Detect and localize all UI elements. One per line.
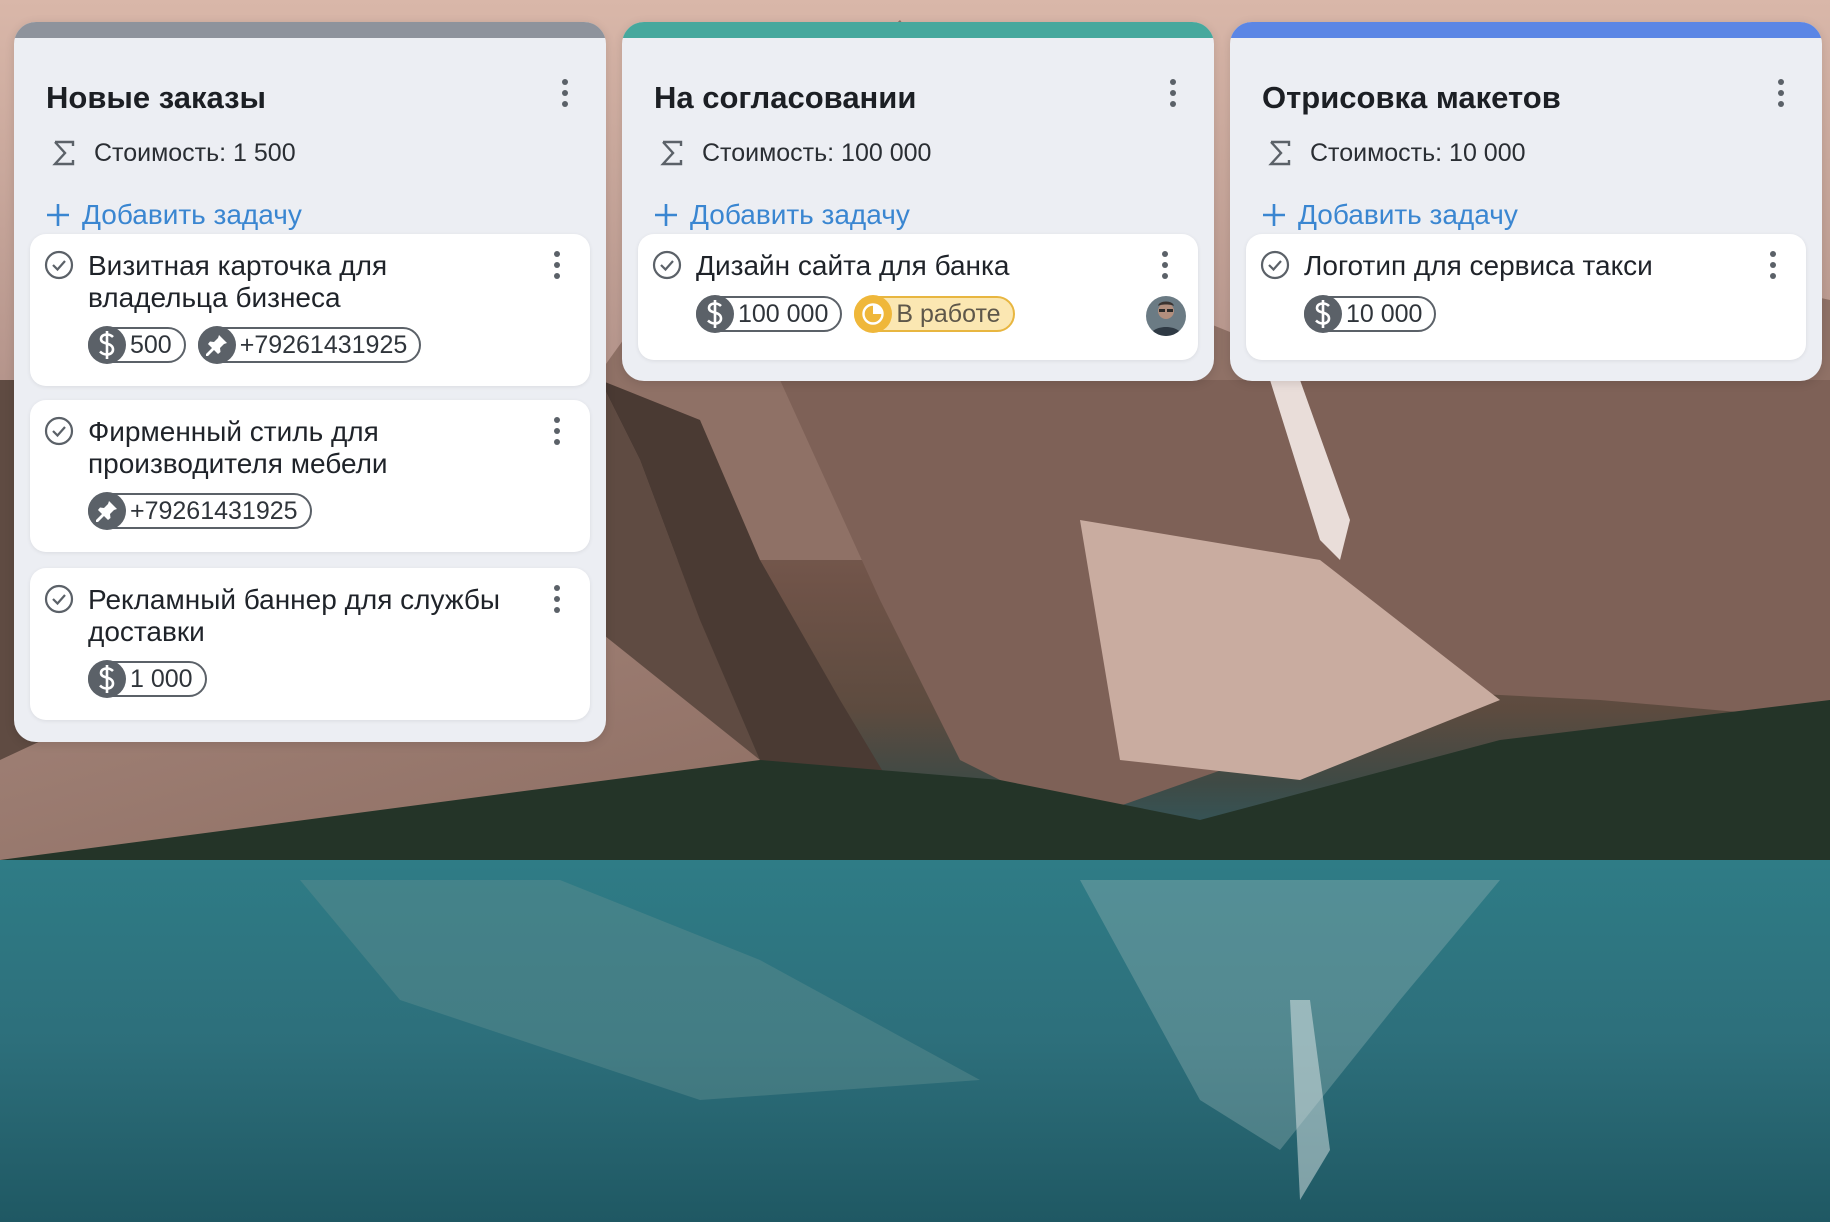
dollar-icon (1304, 295, 1342, 333)
dollar-icon (696, 295, 734, 333)
add-task-button[interactable]: Добавить задачу (46, 198, 574, 232)
clock-icon (854, 295, 893, 333)
task-title: Визитная карточка для владельца бизнеса (88, 250, 388, 313)
column-header: Новые заказы Стоимость: 1 500 Добавить з… (14, 38, 606, 232)
phone-chip: +79261431925 (197, 326, 422, 364)
column-sum-text: Стоимость: 1 500 (94, 138, 296, 167)
phone-chip: +79261431925 (88, 492, 312, 530)
pin-icon (197, 326, 236, 364)
task-chips: 10 000 (1304, 295, 1448, 333)
more-vertical-icon[interactable] (1168, 78, 1178, 108)
task-title: Логотип для сервиса такси (1304, 250, 1653, 281)
plus-icon (1263, 204, 1285, 226)
add-task-label: Добавить задачу (82, 199, 302, 230)
pin-icon (88, 492, 126, 530)
plus-icon (655, 204, 677, 226)
task-title: Фирменный стиль для производителя мебели (88, 416, 388, 479)
board-background: Новые заказы Стоимость: 1 500 Добавить з… (0, 0, 1830, 1222)
more-vertical-icon[interactable] (560, 78, 570, 108)
column-title: Отрисовка макетов (1262, 80, 1561, 115)
dollar-icon (88, 326, 126, 364)
column-header: Отрисовка макетов Стоимость: 10 000 Доба… (1230, 38, 1822, 232)
column-accent-bar (622, 22, 1214, 38)
column-accent-bar (1230, 22, 1822, 38)
add-task-label: Добавить задачу (690, 199, 910, 230)
price-chip: 500 (88, 326, 186, 364)
column-mockups: Отрисовка макетов Стоимость: 10 000 Доба… (1230, 22, 1822, 381)
more-vertical-icon[interactable] (1160, 250, 1170, 280)
check-circle-icon[interactable] (44, 416, 74, 446)
more-vertical-icon[interactable] (552, 250, 562, 280)
sigma-icon (52, 140, 75, 166)
price-chip: 1 000 (88, 660, 207, 698)
add-task-button[interactable]: Добавить задачу (1262, 198, 1790, 232)
task-card[interactable]: Рекламный баннер для службы доставки 1 0… (30, 568, 590, 720)
price-chip: 10 000 (1304, 295, 1437, 333)
more-vertical-icon[interactable] (1768, 250, 1778, 280)
task-card[interactable]: Логотип для сервиса такси 10 000 (1246, 234, 1806, 360)
column-sum-text: Стоимость: 100 000 (702, 138, 932, 167)
status-badge[interactable]: В работе (854, 295, 1015, 333)
task-chips: 100 000 В работе (696, 295, 1027, 333)
add-task-label: Добавить задачу (1298, 199, 1518, 230)
column-sum: Стоимость: 10 000 (1262, 138, 1790, 168)
check-circle-icon[interactable] (44, 584, 74, 614)
task-title: Рекламный баннер для службы доставки (88, 584, 501, 647)
more-vertical-icon[interactable] (552, 584, 562, 614)
task-chips: +79261431925 (88, 492, 324, 530)
column-title: На согласовании (654, 80, 917, 115)
sigma-icon (1268, 140, 1291, 166)
check-circle-icon[interactable] (652, 250, 682, 280)
task-card[interactable]: Визитная карточка для владельца бизнеса … (30, 234, 590, 386)
column-sum: Стоимость: 1 500 (46, 138, 574, 168)
column-header: На согласовании Стоимость: 100 000 Добав… (622, 38, 1214, 232)
plus-icon (47, 204, 69, 226)
task-title: Дизайн сайта для банка (696, 250, 1010, 281)
more-vertical-icon[interactable] (1776, 78, 1786, 108)
column-title: Новые заказы (46, 80, 266, 115)
check-circle-icon[interactable] (1260, 250, 1290, 280)
dollar-icon (88, 660, 126, 698)
price-chip: 100 000 (696, 295, 843, 333)
more-vertical-icon[interactable] (552, 416, 562, 446)
task-chips: 500 +79261431925 (88, 326, 433, 364)
column-sum-text: Стоимость: 10 000 (1310, 138, 1526, 167)
task-card[interactable]: Дизайн сайта для банка 100 000 В работе (638, 234, 1198, 360)
task-chips: 1 000 (88, 660, 219, 698)
column-new-orders: Новые заказы Стоимость: 1 500 Добавить з… (14, 22, 606, 742)
avatar[interactable] (1146, 296, 1186, 336)
task-card[interactable]: Фирменный стиль для производителя мебели… (30, 400, 590, 552)
check-circle-icon[interactable] (44, 250, 74, 280)
column-accent-bar (14, 22, 606, 38)
column-sum: Стоимость: 100 000 (654, 138, 1182, 168)
sigma-icon (660, 140, 683, 166)
add-task-button[interactable]: Добавить задачу (654, 198, 1182, 232)
column-approval: На согласовании Стоимость: 100 000 Добав… (622, 22, 1214, 381)
